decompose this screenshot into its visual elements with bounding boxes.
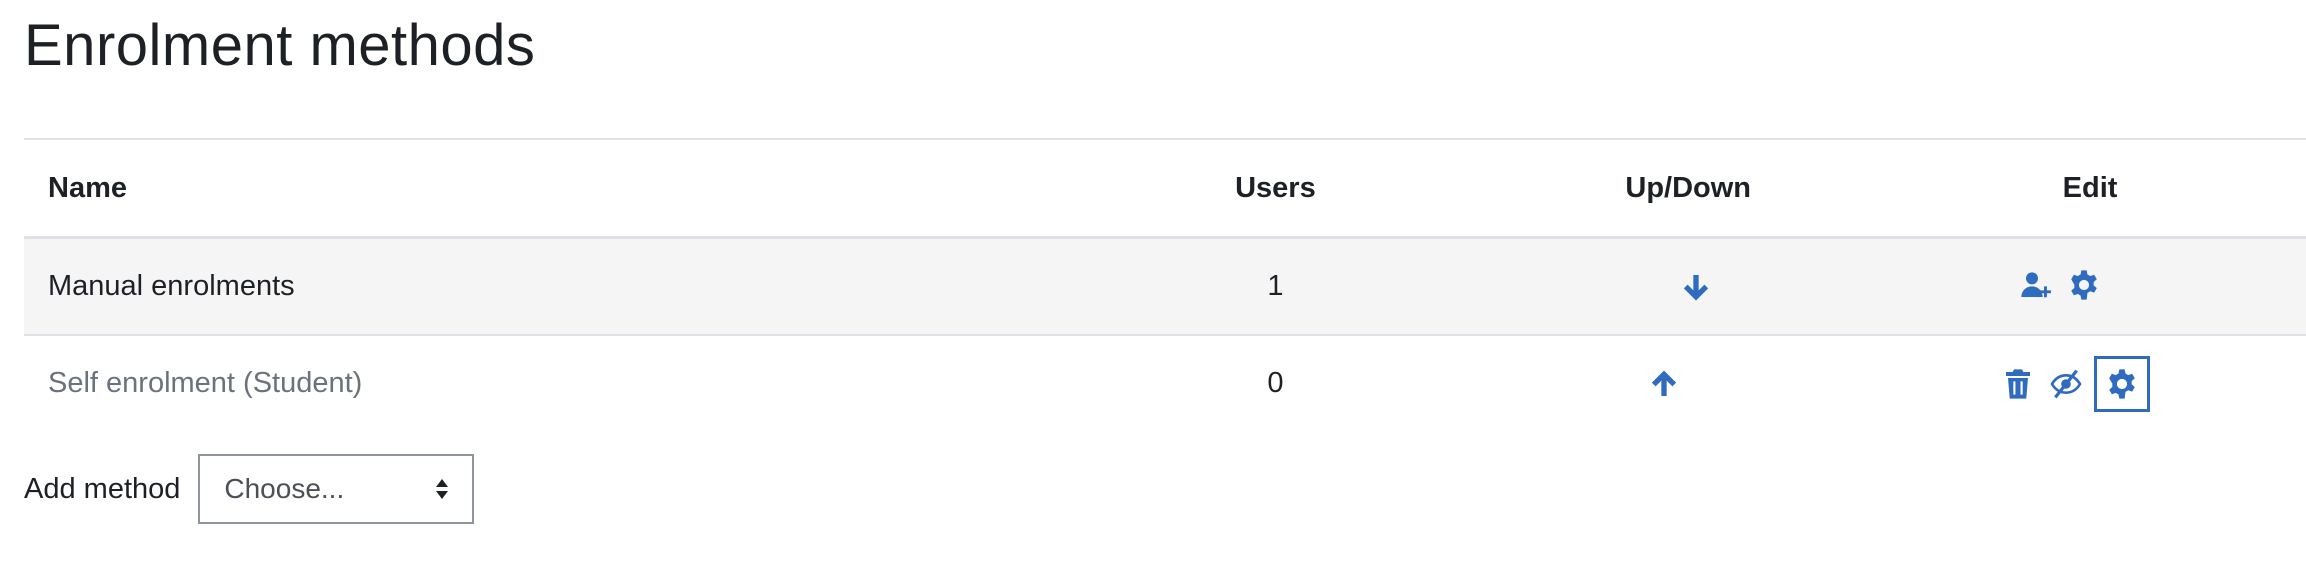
settings-gear-icon[interactable]: [2064, 265, 2104, 305]
enrol-users-icon[interactable]: [2016, 265, 2056, 305]
column-header-updown: Up/Down: [1502, 138, 1875, 239]
table-header-row: Name Users Up/Down Edit: [24, 138, 2306, 239]
hide-eye-slash-icon[interactable]: [2046, 364, 2086, 404]
column-header-users: Users: [1048, 138, 1503, 239]
move-up-icon[interactable]: [1644, 364, 1684, 404]
settings-gear-icon[interactable]: [2094, 355, 2151, 412]
add-method-label: Add method: [24, 472, 181, 505]
select-value: Choose...: [224, 473, 345, 504]
method-name: Self enrolment (Student): [48, 367, 363, 399]
page-title: Enrolment methods: [24, 13, 536, 78]
updown-cell: [1502, 237, 1875, 336]
delete-trash-icon[interactable]: [1998, 364, 2038, 404]
add-method-row: Add method Choose...: [24, 454, 475, 524]
column-header-name: Name: [24, 138, 1049, 239]
sort-arrows-icon: [436, 479, 449, 499]
add-method-select[interactable]: Choose...: [198, 454, 475, 524]
updown-cell: [1502, 335, 1874, 431]
column-header-edit: Edit: [1874, 138, 2306, 239]
enrolment-methods-table: Name Users Up/Down Edit Manual enrolment…: [24, 138, 2306, 431]
user-count: 1: [1048, 237, 1503, 336]
move-down-icon[interactable]: [1676, 267, 1716, 307]
table-row: Manual enrolments 1: [24, 237, 2306, 336]
table-row: Self enrolment (Student) 0: [24, 335, 2306, 431]
edit-cell: [1874, 335, 2306, 431]
user-count: 0: [1267, 367, 1284, 399]
enrolment-methods-page: Enrolment methods Name Users Up/Down Edi…: [0, 0, 2306, 584]
edit-cell: [1874, 237, 2306, 336]
method-name: Manual enrolments: [24, 237, 1049, 336]
